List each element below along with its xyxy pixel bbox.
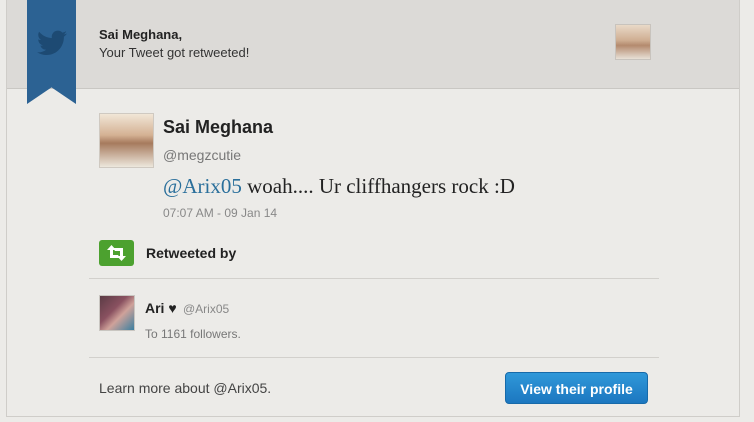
retweet-icon <box>107 245 126 261</box>
divider <box>89 357 659 358</box>
retweeted-by-label: Retweeted by <box>146 245 237 261</box>
tweet-author-handle[interactable]: @megzcutie <box>163 147 241 163</box>
retweeter-name[interactable]: Ari ♥ <box>145 300 177 316</box>
retweeter-avatar[interactable] <box>99 295 135 331</box>
divider <box>89 278 659 279</box>
tweet-text: @Arix05 woah.... Ur cliffhangers rock :D <box>163 174 515 199</box>
notification-header: Sai Meghana, Your Tweet got retweeted! <box>7 0 739 89</box>
twitter-bird-icon <box>37 30 67 55</box>
tweet-body: woah.... Ur cliffhangers rock :D <box>247 174 515 198</box>
tweet-mention-link[interactable]: @Arix05 <box>163 174 242 198</box>
tweet-author-name[interactable]: Sai Meghana <box>163 117 273 138</box>
tweet-timestamp[interactable]: 07:07 AM - 09 Jan 14 <box>163 206 277 220</box>
retweet-badge <box>99 240 134 266</box>
learn-more-text: Learn more about @Arix05. <box>99 380 272 396</box>
retweeter-handle[interactable]: @Arix05 <box>183 302 229 316</box>
tweet-author-avatar[interactable] <box>99 113 154 168</box>
retweeter-followers: To 1161 followers. <box>145 327 241 341</box>
recipient-avatar <box>615 24 651 60</box>
notification-card: Sai Meghana, Your Tweet got retweeted! S… <box>6 0 740 417</box>
view-profile-button[interactable]: View their profile <box>505 372 648 404</box>
recipient-name: Sai Meghana, <box>99 27 183 42</box>
notification-message: Your Tweet got retweeted! <box>99 45 250 60</box>
